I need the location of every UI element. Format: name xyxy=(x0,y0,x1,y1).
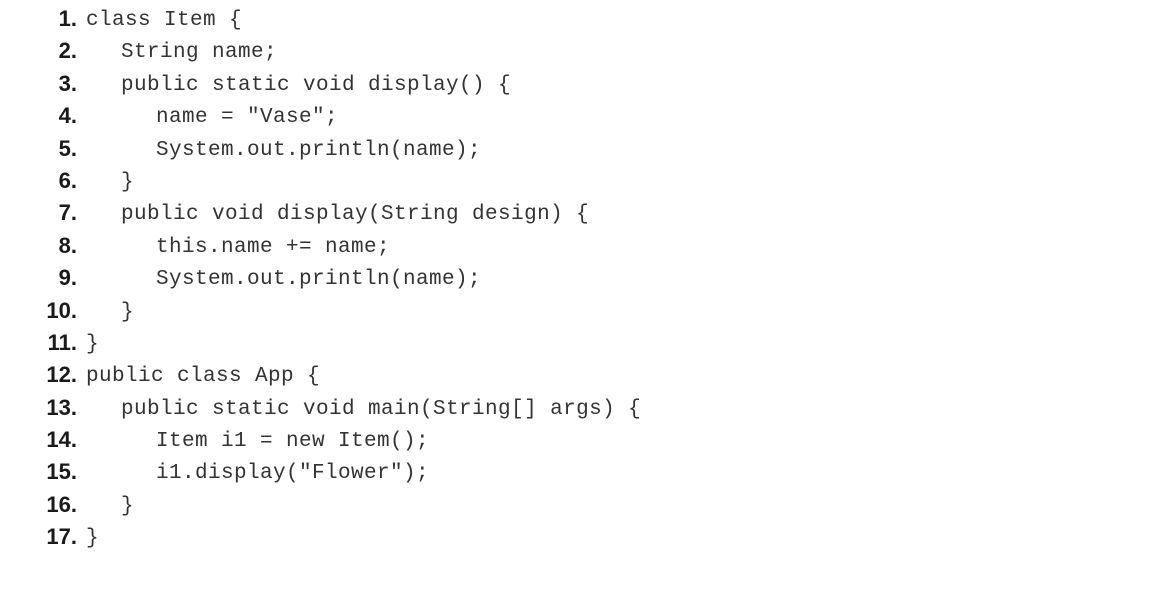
line-code: } xyxy=(121,170,135,194)
line-code: class Item { xyxy=(86,9,243,32)
line-number: 6. xyxy=(58,167,77,193)
line-code: } xyxy=(86,527,100,551)
line-number: 5. xyxy=(58,135,77,161)
line-number: 13. xyxy=(46,394,77,420)
code-line: 17. } xyxy=(0,522,1162,554)
line-number: 10. xyxy=(46,297,77,323)
line-number: 9. xyxy=(58,265,77,291)
code-listing: 1. class Item { 2. String name; 3. publi… xyxy=(0,4,1162,555)
line-code: this.name += name; xyxy=(156,235,391,259)
line-code: name = "Vase"; xyxy=(156,106,339,130)
code-line: 11. } xyxy=(0,328,1162,360)
line-code: String name; xyxy=(121,41,278,65)
line-number: 12. xyxy=(46,362,77,388)
line-code: Item i1 = new Item(); xyxy=(156,430,430,454)
line-number: 4. xyxy=(58,103,77,129)
code-line: 3. public static void display() { xyxy=(0,69,1162,101)
line-number: 3. xyxy=(58,70,77,96)
line-code: public static void display() { xyxy=(121,73,512,97)
line-code: i1.display("Flower"); xyxy=(156,462,430,486)
code-line: 9. System.out.println(name); xyxy=(0,263,1162,295)
line-number: 7. xyxy=(58,200,77,226)
line-code: public class App { xyxy=(86,365,321,389)
line-code: System.out.println(name); xyxy=(156,268,482,292)
code-line: 10. } xyxy=(0,296,1162,328)
code-line: 8. this.name += name; xyxy=(0,231,1162,263)
line-number: 14. xyxy=(46,427,77,453)
code-line: 5. System.out.println(name); xyxy=(0,134,1162,166)
code-line: 12. public class App { xyxy=(0,360,1162,392)
code-line: 7. public void display(String design) { xyxy=(0,198,1162,230)
line-code: } xyxy=(121,300,135,324)
line-code: } xyxy=(121,494,135,518)
line-code: public static void main(String[] args) { xyxy=(121,397,642,421)
line-number: 16. xyxy=(46,491,77,517)
code-line: 16. } xyxy=(0,490,1162,522)
line-code: System.out.println(name); xyxy=(156,138,482,162)
line-number: 11. xyxy=(47,329,77,355)
code-line: 14. Item i1 = new Item(); xyxy=(0,425,1162,457)
line-number: 8. xyxy=(58,232,77,258)
line-number: 1. xyxy=(58,6,77,31)
code-line: 4. name = "Vase"; xyxy=(0,101,1162,133)
line-number: 2. xyxy=(58,38,77,64)
line-code: } xyxy=(86,332,100,356)
code-line: 1. class Item { xyxy=(0,4,1162,36)
code-line: 2. String name; xyxy=(0,36,1162,68)
code-line: 6. } xyxy=(0,166,1162,198)
line-code: public void display(String design) { xyxy=(121,203,590,227)
line-number: 15. xyxy=(46,459,77,485)
code-line: 15. i1.display("Flower"); xyxy=(0,457,1162,489)
line-number: 17. xyxy=(46,524,77,550)
code-line: 13. public static void main(String[] arg… xyxy=(0,393,1162,425)
